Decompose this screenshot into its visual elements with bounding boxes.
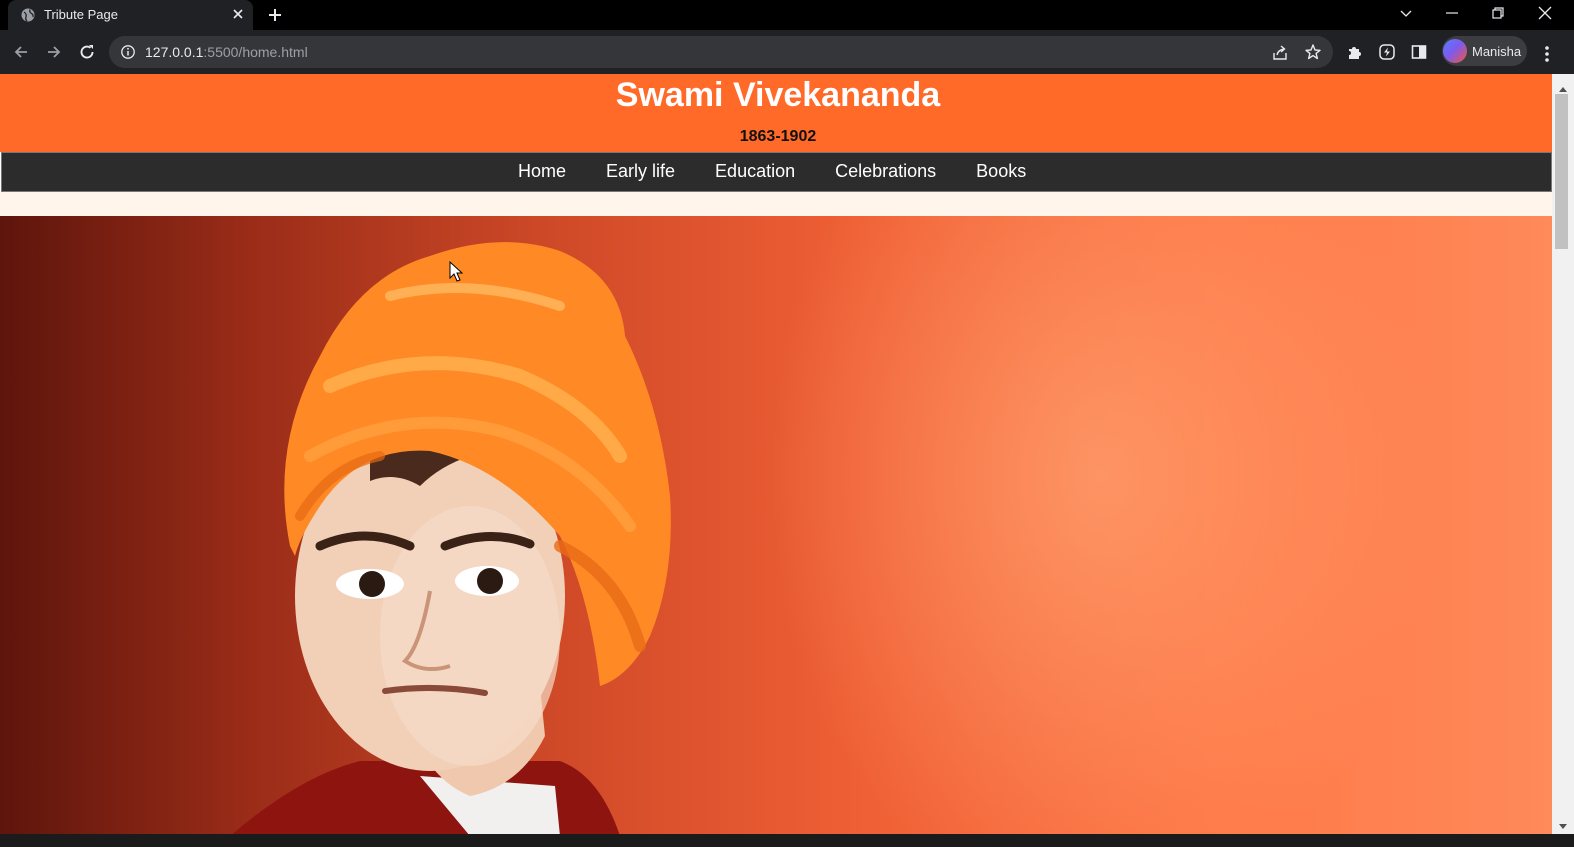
share-icon[interactable] [1271,44,1289,65]
globe-icon [21,8,35,25]
puzzle-icon[interactable] [1346,43,1364,66]
url-path: :5500/home.html [203,44,308,60]
page-scrollbar[interactable] [1552,74,1574,834]
nav-link-books[interactable]: Books [976,161,1026,181]
nav-list: Home Early life Education Celebrations B… [518,161,1026,182]
nav-item-home: Home [518,161,566,182]
nav-item-education: Education [715,161,795,182]
profile-button[interactable]: Manisha [1442,36,1527,66]
close-icon[interactable] [231,7,245,24]
info-icon[interactable] [120,44,136,63]
reload-icon[interactable] [78,43,96,66]
hero-image [0,216,1556,834]
minimize-icon[interactable] [1444,5,1460,26]
url-text: 127.0.0.1:5500/home.html [145,44,308,60]
nav-item-books: Books [976,161,1026,182]
page-title: Swami Vivekananda [615,76,941,114]
nav-link-education[interactable]: Education [715,161,795,181]
page-header: Swami Vivekananda 1863-1902 [0,74,1556,152]
browser-toolbar: 127.0.0.1:5500/home.html Manisha [0,30,1574,74]
arrow-left-icon[interactable] [12,43,30,66]
arrow-right-icon[interactable] [45,43,63,66]
nav-link-celebrations[interactable]: Celebrations [835,161,936,181]
tab-strip: Tribute Page [0,0,1574,30]
page-viewport: Swami Vivekananda 1863-1902 Home Early l… [0,74,1556,834]
url-host: 127.0.0.1 [145,44,204,60]
nav-item-celebrations: Celebrations [835,161,936,182]
profile-name: Manisha [1472,44,1522,59]
nav-item-early-life: Early life [606,161,675,182]
restore-icon[interactable] [1490,5,1506,26]
browser-tab[interactable]: Tribute Page [8,0,253,30]
plus-icon[interactable] [266,6,284,29]
side-panel-icon[interactable] [1410,43,1428,66]
portrait-illustration [232,242,671,834]
main-nav: Home Early life Education Celebrations B… [1,152,1552,192]
nav-link-early-life[interactable]: Early life [606,161,675,181]
avatar [1443,39,1467,63]
chevron-down-icon[interactable] [1398,5,1414,26]
os-taskbar [0,834,1574,847]
lightning-icon[interactable] [1378,43,1396,66]
star-icon[interactable] [1304,43,1322,64]
kebab-menu-icon[interactable] [1543,45,1551,68]
tab-title: Tribute Page [44,7,118,22]
scroll-thumb[interactable] [1555,94,1568,249]
nav-link-home[interactable]: Home [518,161,566,181]
address-bar[interactable]: 127.0.0.1:5500/home.html [109,36,1333,68]
close-window-icon[interactable] [1537,5,1553,26]
page-years: 1863-1902 [739,128,817,145]
header-spacer [0,192,1556,216]
